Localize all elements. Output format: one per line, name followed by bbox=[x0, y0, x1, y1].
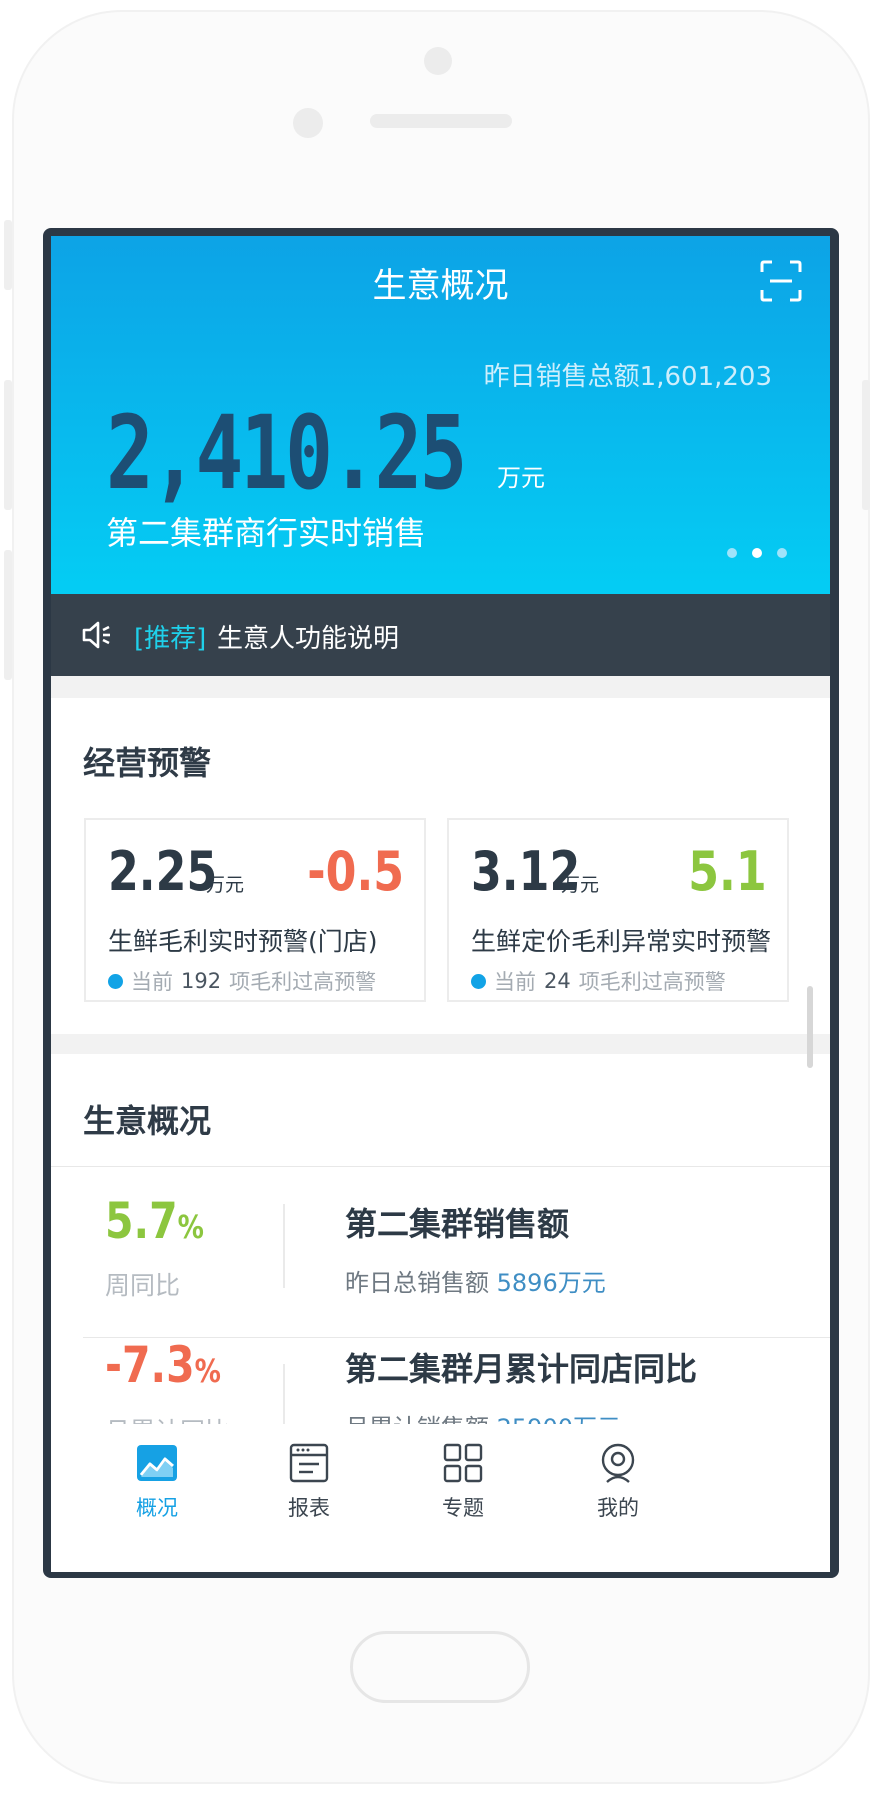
alerts-section-title: 经营预警 bbox=[83, 744, 212, 782]
report-icon bbox=[289, 1443, 329, 1483]
phone-side-button bbox=[4, 550, 12, 680]
row-title: 第二集群销售额 bbox=[345, 1205, 570, 1243]
alert-card[interactable]: 3.12 万元 5.1 生鲜定价毛利异常实时预警 当前 24 项毛利过高预警 bbox=[447, 818, 789, 1002]
alert-value: 2.25 bbox=[108, 840, 218, 903]
alert-delta: -0.5 bbox=[307, 840, 404, 903]
weekly-yoy-percent: 5.7% bbox=[105, 1192, 204, 1250]
tab-label: 我的 bbox=[597, 1496, 639, 1520]
alert-title: 生鲜定价毛利异常实时预警 bbox=[471, 927, 772, 956]
tab-label: 概况 bbox=[136, 1496, 178, 1520]
alert-meta-suffix: 项毛利过高预警 bbox=[578, 970, 726, 994]
divider bbox=[51, 1166, 830, 1167]
tab-reports[interactable]: 报表 bbox=[249, 1442, 369, 1522]
phone-side-button bbox=[4, 380, 12, 510]
alert-title: 生鲜毛利实时预警(门店) bbox=[108, 927, 378, 956]
alert-count: 24 bbox=[544, 969, 571, 993]
carousel-dot[interactable] bbox=[727, 548, 737, 558]
alert-count: 192 bbox=[181, 969, 222, 993]
section-separator bbox=[51, 1034, 830, 1054]
alert-unit: 万元 bbox=[561, 874, 600, 896]
yesterday-total-sales: 昨日销售总额1,601,203 bbox=[483, 362, 772, 392]
chart-icon bbox=[137, 1445, 177, 1481]
user-icon bbox=[601, 1443, 635, 1483]
scrollbar[interactable] bbox=[807, 986, 813, 1068]
percent-label: 周同比 bbox=[105, 1271, 181, 1300]
phone-camera bbox=[424, 47, 452, 75]
alert-delta: 5.1 bbox=[688, 840, 767, 903]
realtime-sales-label: 第二集群商行实时销售 bbox=[106, 514, 427, 552]
notice-text[interactable]: 生意人功能说明 bbox=[217, 618, 399, 655]
realtime-sales-unit: 万元 bbox=[497, 464, 545, 492]
percent-symbol: % bbox=[194, 1352, 221, 1390]
realtime-sales-value: 2,410.25 bbox=[106, 394, 467, 513]
alert-unit: 万元 bbox=[206, 874, 245, 896]
tab-label: 专题 bbox=[442, 1496, 484, 1520]
status-dot bbox=[471, 973, 486, 989]
notice-bar[interactable]: [推荐] 生意人功能说明 bbox=[51, 594, 830, 676]
phone-home-button bbox=[350, 1631, 530, 1703]
tab-label: 报表 bbox=[288, 1496, 330, 1520]
alert-meta: 当前 24 项毛利过高预警 bbox=[471, 966, 726, 996]
scan-icon[interactable] bbox=[760, 260, 802, 302]
alert-meta-prefix: 当前 bbox=[494, 970, 536, 994]
carousel-indicator[interactable] bbox=[727, 548, 787, 558]
page-title: 生意概况 bbox=[372, 266, 509, 306]
carousel-dot-active[interactable] bbox=[752, 548, 762, 558]
bottom-tab-bar: 概况 报表 专题 我的 bbox=[51, 1424, 830, 1572]
status-dot bbox=[108, 973, 123, 989]
alert-meta-prefix: 当前 bbox=[131, 970, 173, 994]
grid-icon bbox=[443, 1443, 483, 1483]
percent-symbol: % bbox=[177, 1208, 204, 1246]
speaker-icon bbox=[82, 621, 110, 649]
notice-tag: [推荐] bbox=[134, 624, 207, 654]
app-screen: 生意概况 昨日销售总额1,601,203 2,410.25 万元 第二集群商行实… bbox=[51, 236, 830, 1572]
tab-topics[interactable]: 专题 bbox=[403, 1442, 523, 1522]
carousel-dot[interactable] bbox=[777, 548, 787, 558]
percent-value: -7.3 bbox=[105, 1336, 195, 1394]
phone-sensor bbox=[293, 108, 323, 138]
row-divider bbox=[283, 1204, 285, 1288]
tab-overview[interactable]: 概况 bbox=[97, 1442, 217, 1522]
tab-mine[interactable]: 我的 bbox=[558, 1442, 678, 1522]
row-subtitle: 昨日总销售额 5896万元 bbox=[345, 1263, 606, 1298]
alert-meta-suffix: 项毛利过高预警 bbox=[229, 970, 377, 994]
sales-hero-banner[interactable]: 生意概况 昨日销售总额1,601,203 2,410.25 万元 第二集群商行实… bbox=[51, 236, 830, 594]
percent-value: 5.7 bbox=[105, 1192, 178, 1250]
monthly-yoy-percent: -7.3% bbox=[105, 1336, 221, 1394]
row-sub-value: 5896万元 bbox=[496, 1269, 606, 1297]
row-title: 第二集群月累计同店同比 bbox=[345, 1350, 698, 1388]
section-separator bbox=[51, 676, 830, 698]
phone-side-button bbox=[862, 380, 870, 510]
phone-side-button bbox=[4, 220, 12, 290]
alert-card[interactable]: 2.25 万元 -0.5 生鲜毛利实时预警(门店) 当前 192 项毛利过高预警 bbox=[84, 818, 426, 1002]
overview-section-title: 生意概况 bbox=[83, 1102, 212, 1140]
row-sub-label: 昨日总销售额 bbox=[345, 1269, 489, 1297]
alert-meta: 当前 192 项毛利过高预警 bbox=[108, 966, 376, 996]
phone-speaker bbox=[370, 114, 512, 128]
